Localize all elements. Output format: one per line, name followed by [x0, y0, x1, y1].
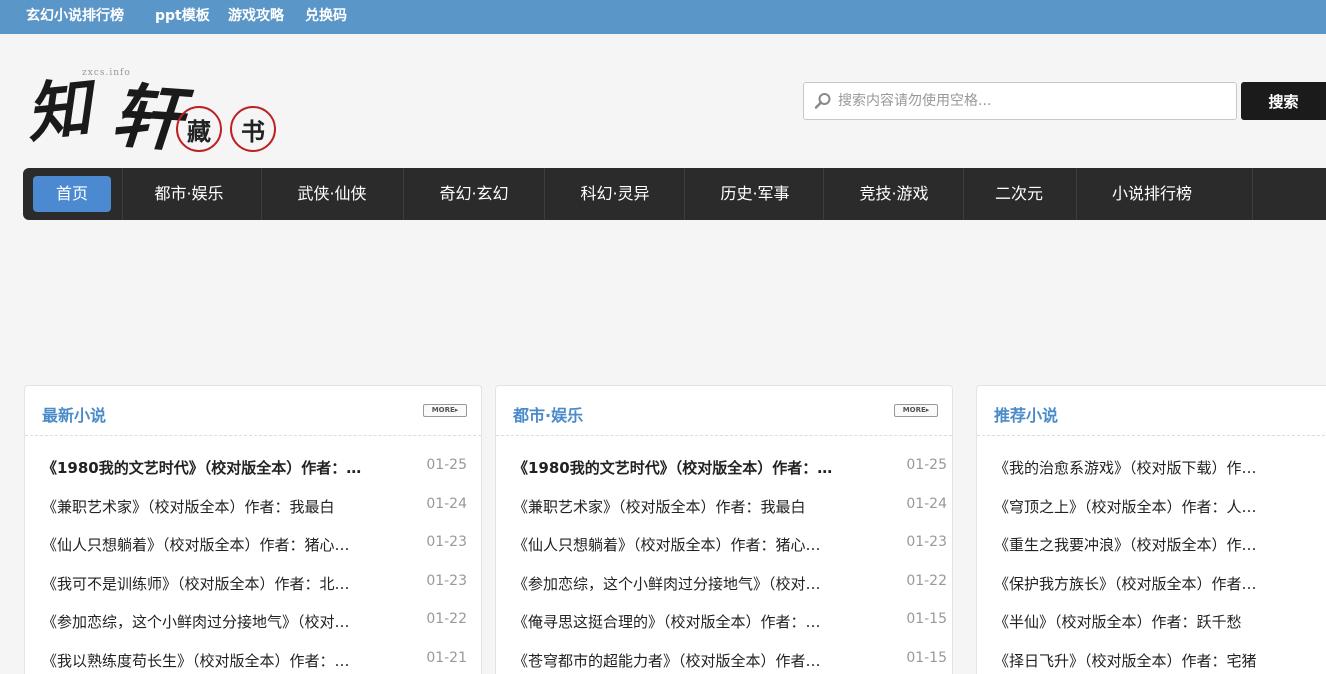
novel-title[interactable]: 《半仙》（校对版全本）作者：跃千愁 [994, 611, 1314, 632]
top-link-xuanhuan-rank[interactable]: 玄幻小说排行榜 [26, 5, 124, 25]
logo-seal-shu: 书 [230, 106, 276, 152]
novel-date: 01-15 [906, 611, 947, 627]
novel-title[interactable]: 《保护我方族长》（校对版全本）作者… [994, 573, 1314, 594]
more-button[interactable]: MORE▸ [423, 404, 467, 417]
list-item[interactable]: 《重生之我要冲浪》（校对版全本）作… [994, 534, 1314, 556]
list-item[interactable]: 《俺寻思这挺合理的》（校对版全本）作者：… 01-15 [513, 611, 947, 633]
panel-title[interactable]: 都市·娱乐 [513, 402, 583, 426]
main-nav: 首页 都市·娱乐 武侠·仙侠 奇幻·玄幻 科幻·灵异 历史·军事 竞技·游戏 二… [23, 168, 1326, 220]
novel-date: 01-23 [426, 534, 467, 550]
list-item[interactable]: 《我的治愈系游戏》（校对版下载）作… [994, 457, 1314, 479]
list-item[interactable]: 《择日飞升》（校对版全本）作者：宅猪 [994, 650, 1314, 672]
list-item[interactable]: 《我可不是训练师》（校对版全本）作者：北… 01-23 [42, 573, 467, 595]
panel-title[interactable]: 最新小说 [42, 402, 106, 426]
top-link-ppt[interactable]: ppt模板 [155, 5, 210, 25]
novel-title[interactable]: 《仙人只想躺着》（校对版全本）作者：猪心… [42, 534, 397, 555]
site-logo[interactable]: zxcs.info 知 轩 藏 书 [23, 58, 286, 168]
panel-header: 都市·娱乐 MORE▸ [496, 386, 952, 436]
list-item[interactable]: 《保护我方族长》（校对版全本）作者… [994, 573, 1314, 595]
list-item[interactable]: 《1980我的文艺时代》（校对版全本）作者：… 01-25 [42, 457, 467, 479]
panel-title[interactable]: 推荐小说 [994, 402, 1058, 426]
search-button[interactable]: 搜索 [1241, 82, 1326, 120]
novel-date: 01-24 [426, 496, 467, 512]
nav-history[interactable]: 历史·军事 [685, 176, 825, 212]
panel-header: 推荐小说 [977, 386, 1326, 436]
list-item[interactable]: 《我以熟练度苟长生》（校对版全本）作者：… 01-21 [42, 650, 467, 672]
list-item[interactable]: 《穹顶之上》（校对版全本）作者：人… [994, 496, 1314, 518]
novel-title[interactable]: 《1980我的文艺时代》（校对版全本）作者：… [513, 457, 877, 478]
novel-title[interactable]: 《我以熟练度苟长生》（校对版全本）作者：… [42, 650, 397, 671]
list-item[interactable]: 《仙人只想躺着》（校对版全本）作者：猪心… 01-23 [513, 534, 947, 556]
logo-char-xuan: 轩 [108, 73, 185, 162]
novel-title[interactable]: 《穹顶之上》（校对版全本）作者：人… [994, 496, 1314, 517]
novel-date: 01-21 [426, 650, 467, 666]
novel-date: 01-25 [426, 457, 467, 473]
search-icon [814, 93, 831, 109]
novel-title[interactable]: 《仙人只想躺着》（校对版全本）作者：猪心… [513, 534, 877, 555]
novel-title[interactable]: 《我的治愈系游戏》（校对版下载）作… [994, 457, 1314, 478]
novel-title[interactable]: 《苍穹都市的超能力者》（校对版全本）作者… [513, 650, 877, 671]
list-item[interactable]: 《兼职艺术家》（校对版全本）作者：我最白 01-24 [513, 496, 947, 518]
novel-title[interactable]: 《择日飞升》（校对版全本）作者：宅猪 [994, 650, 1314, 671]
novel-date: 01-22 [906, 573, 947, 589]
list-item[interactable]: 《苍穹都市的超能力者》（校对版全本）作者… 01-15 [513, 650, 947, 672]
list-item[interactable]: 《参加恋综，这个小鲜肉过分接地气》（校对… 01-22 [42, 611, 467, 633]
novel-title[interactable]: 《重生之我要冲浪》（校对版全本）作… [994, 534, 1314, 555]
novel-date: 01-23 [426, 573, 467, 589]
novel-title[interactable]: 《兼职艺术家》（校对版全本）作者：我最白 [513, 496, 877, 517]
novel-date: 01-22 [426, 611, 467, 627]
list-item[interactable]: 《参加恋综，这个小鲜肉过分接地气》（校对… 01-22 [513, 573, 947, 595]
novel-date: 01-15 [906, 650, 947, 666]
top-link-game-guide[interactable]: 游戏攻略 [228, 5, 284, 25]
novel-title[interactable]: 《我可不是训练师》（校对版全本）作者：北… [42, 573, 397, 594]
search-input[interactable] [838, 83, 1228, 119]
panel-recommended-novels: 推荐小说 《我的治愈系游戏》（校对版下载）作… 《穹顶之上》（校对版全本）作者：… [976, 385, 1326, 674]
more-button[interactable]: MORE▸ [894, 404, 938, 417]
nav-home[interactable]: 首页 [33, 176, 111, 212]
nav-urban[interactable]: 都市·娱乐 [123, 176, 255, 212]
nav-scifi[interactable]: 科幻·灵异 [545, 176, 685, 212]
top-link-bar: 玄幻小说排行榜 ppt模板 游戏攻略 兑换码 [0, 0, 1326, 34]
novel-date: 01-24 [906, 496, 947, 512]
novel-date: 01-25 [906, 457, 947, 473]
list-item[interactable]: 《仙人只想躺着》（校对版全本）作者：猪心… 01-23 [42, 534, 467, 556]
search-box [803, 82, 1237, 120]
novel-title[interactable]: 《俺寻思这挺合理的》（校对版全本）作者：… [513, 611, 877, 632]
panel-header: 最新小说 MORE▸ [25, 386, 481, 436]
novel-title[interactable]: 《参加恋综，这个小鲜肉过分接地气》（校对… [513, 573, 877, 594]
nav-games[interactable]: 竞技·游戏 [824, 176, 964, 212]
list-item[interactable]: 《半仙》（校对版全本）作者：跃千愁 [994, 611, 1314, 633]
novel-title[interactable]: 《参加恋综，这个小鲜肉过分接地气》（校对… [42, 611, 397, 632]
novel-date: 01-23 [906, 534, 947, 550]
novel-title[interactable]: 《兼职艺术家》（校对版全本）作者：我最白 [42, 496, 397, 517]
panel-latest-novels: 最新小说 MORE▸ 《1980我的文艺时代》（校对版全本）作者：… 01-25 … [24, 385, 482, 674]
nav-wuxia[interactable]: 武侠·仙侠 [262, 176, 402, 212]
nav-divider [1252, 168, 1253, 220]
list-item[interactable]: 《兼职艺术家》（校对版全本）作者：我最白 01-24 [42, 496, 467, 518]
logo-char-zhi: 知 [22, 70, 95, 153]
novel-title[interactable]: 《1980我的文艺时代》（校对版全本）作者：… [42, 457, 397, 478]
list-item[interactable]: 《1980我的文艺时代》（校对版全本）作者：… 01-25 [513, 457, 947, 479]
nav-acg[interactable]: 二次元 [964, 176, 1074, 212]
panel-urban-novels: 都市·娱乐 MORE▸ 《1980我的文艺时代》（校对版全本）作者：… 01-25… [495, 385, 953, 674]
logo-seal-cang: 藏 [176, 106, 222, 152]
nav-fantasy[interactable]: 奇幻·玄幻 [404, 176, 544, 212]
top-link-redeem-code[interactable]: 兑换码 [305, 5, 347, 25]
nav-ranking[interactable]: 小说排行榜 [1077, 176, 1227, 212]
